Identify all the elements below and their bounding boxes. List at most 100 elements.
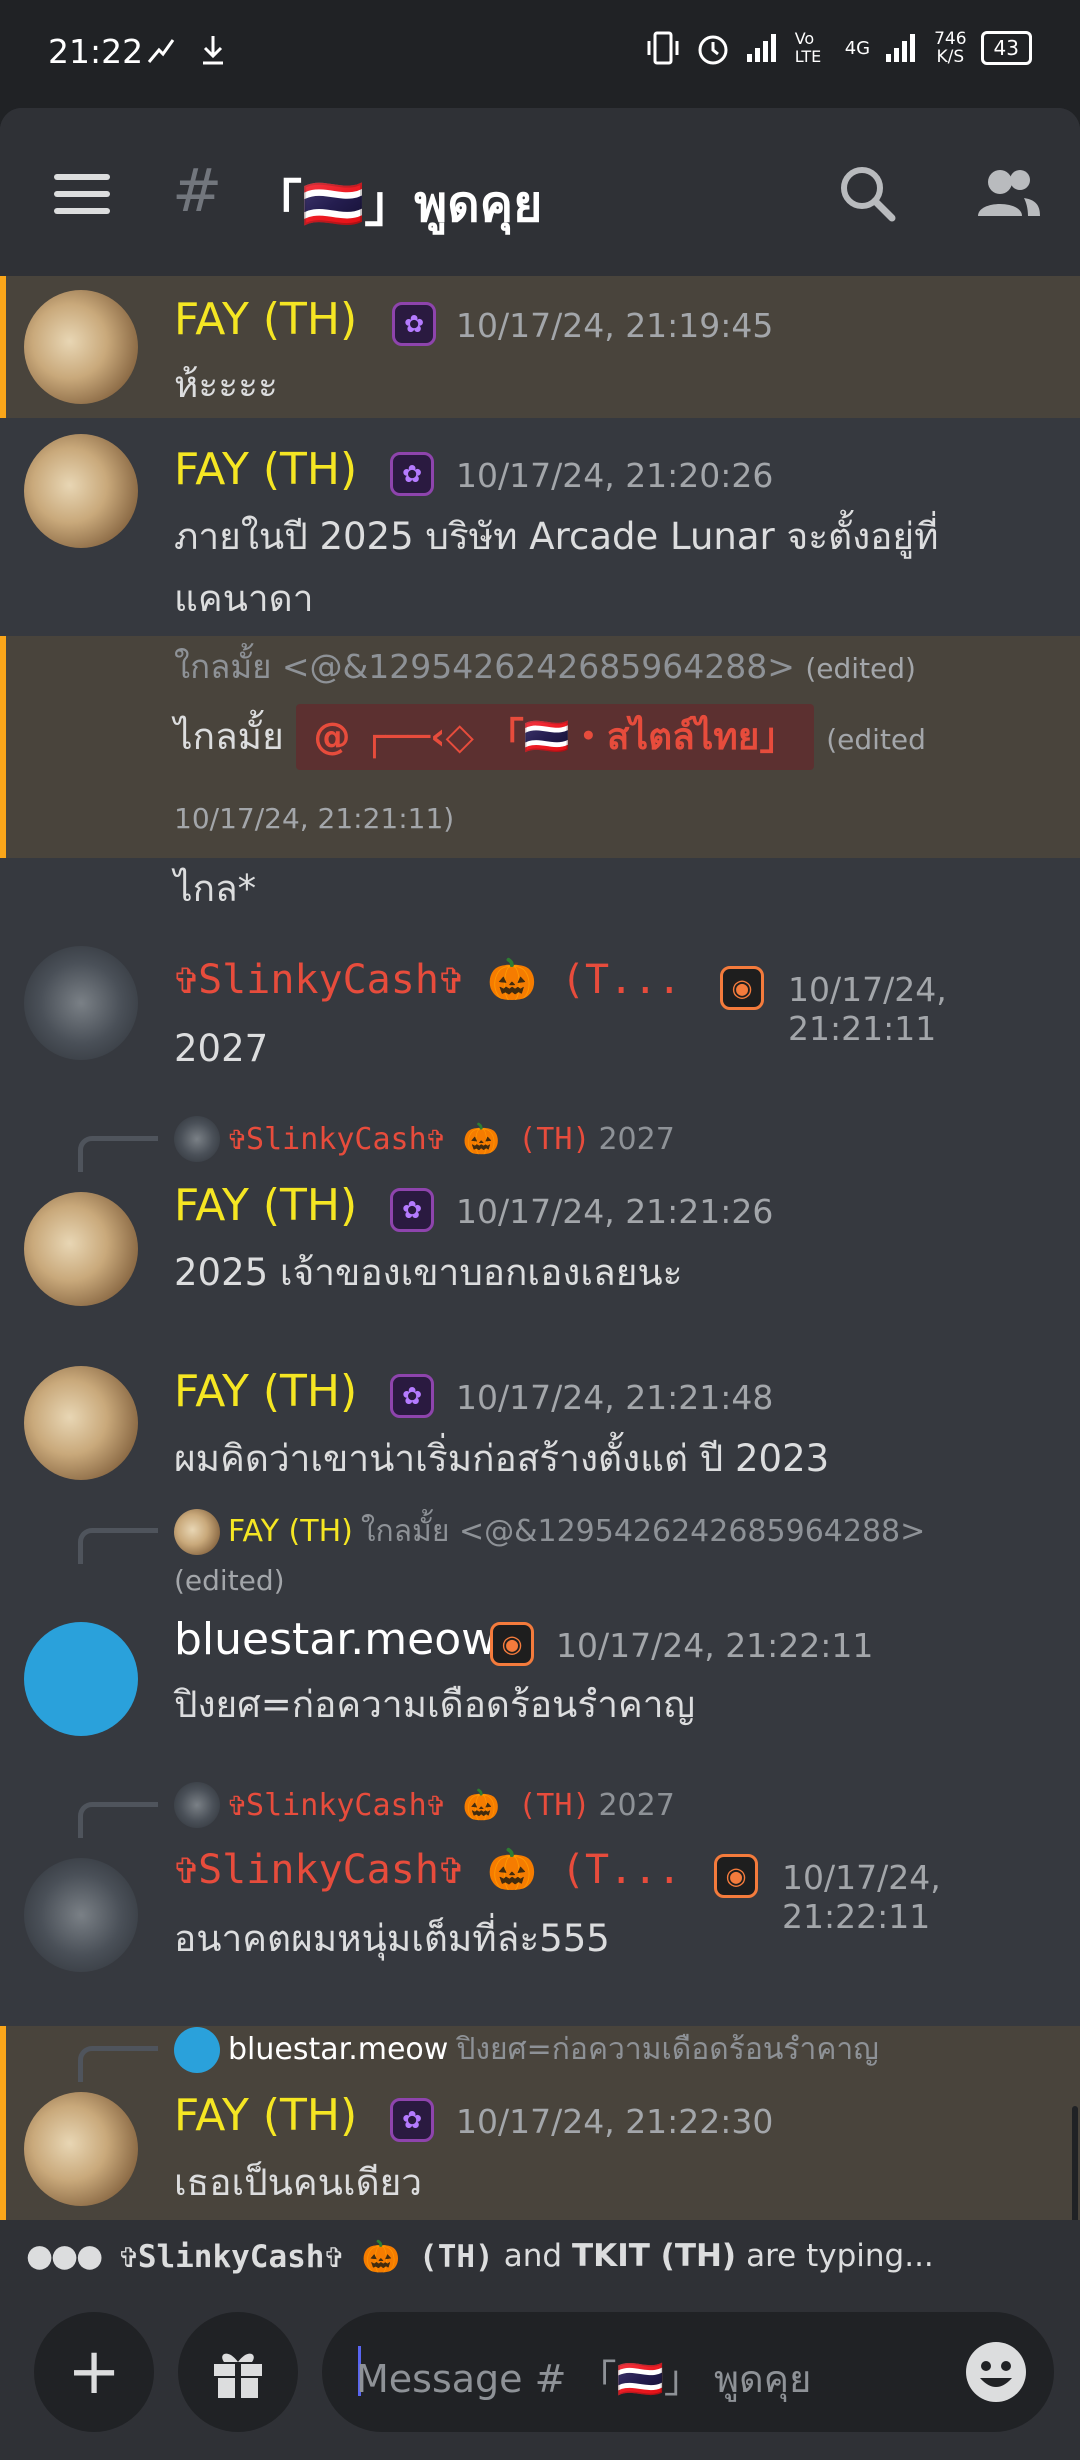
search-icon[interactable]: [832, 158, 902, 228]
menu-icon[interactable]: [54, 174, 110, 214]
avatar[interactable]: [24, 1366, 138, 1480]
avatar[interactable]: [24, 1192, 138, 1306]
message-composer: + Message # 「🇹🇭」 พูดคุย: [0, 2292, 1080, 2460]
chat-badge-icon: ◉: [720, 966, 764, 1010]
reply-preview[interactable]: FAY (TH) ใกลมั้ย <@&1295426242685964288>: [174, 1508, 925, 1555]
reply-connector: [78, 1528, 158, 1564]
timestamp: 10/17/24, 21:21:48: [456, 1378, 774, 1417]
edited-timestamp: 10/17/24, 21:21:11): [174, 802, 455, 835]
gift-button[interactable]: [178, 2312, 298, 2432]
gear-badge-icon: ✿: [390, 1374, 434, 1418]
reply-avatar: [174, 2026, 220, 2073]
author-name[interactable]: FAY (TH): [174, 294, 357, 345]
reply-avatar: [174, 1116, 220, 1162]
activity-icon: [147, 39, 175, 63]
reply-author: bluestar.meow: [228, 2032, 449, 2067]
role-mention[interactable]: @ ┌──‹◇ 「🇹🇭・สไตล์ไทย」: [295, 704, 815, 770]
gear-badge-icon: ✿: [390, 2098, 434, 2142]
plus-icon: +: [67, 2335, 121, 2409]
reply-connector: [78, 2046, 158, 2082]
typing-dots-icon: ●●●: [26, 2238, 103, 2274]
message-text: เธอเป็นคนเดียว: [174, 2161, 423, 2204]
network-speed: 746: [934, 29, 967, 49]
volte-label: Vo LTE: [794, 29, 822, 66]
message-text: ไกล*: [174, 867, 257, 910]
author-name[interactable]: FAY (TH): [174, 2090, 357, 2141]
message-list[interactable]: FAY (TH) ✿ 10/17/24, 21:19:45 ห้ะะะะ FAY…: [0, 276, 1080, 2336]
message-text: ปิงยศ=ก่อความเดือดร้อนรำคาญ: [174, 1683, 696, 1726]
gear-badge-icon: ✿: [390, 452, 434, 496]
channel-title[interactable]: 「🇹🇭」พูดคุย: [252, 164, 542, 244]
message-input[interactable]: Message # 「🇹🇭」 พูดคุย: [322, 2312, 1054, 2432]
reply-avatar: [174, 1508, 220, 1555]
status-bar: 21:22 Vo LTE 4G 746 K/S 43: [0, 0, 1080, 108]
typing-suffix: are typing...: [746, 2238, 934, 2274]
message[interactable]: ไกล*: [0, 858, 1080, 932]
message-text: 2025 เจ้าของเขาบอกเองเลยนะ: [174, 1251, 683, 1294]
reply-edited-tag: (edited): [174, 1564, 285, 1597]
network-speed-unit: K/S: [936, 47, 965, 67]
message[interactable]: FAY (TH) ✿ 10/17/24, 21:19:45 ห้ะะะะ: [0, 276, 1080, 418]
reply-connector: [78, 1802, 158, 1838]
gift-icon: [214, 2353, 262, 2398]
chat-badge-icon: ◉: [714, 1854, 758, 1898]
author-name[interactable]: FAY (TH): [174, 1366, 357, 1417]
message-text: 2027: [174, 1027, 269, 1070]
avatar[interactable]: [24, 1622, 138, 1736]
message[interactable]: ✞SlinkyCash✞ 🎃 (TH) 2027 FAY (TH) ✿ 10/1…: [0, 1116, 1080, 1316]
reply-avatar: [174, 1782, 220, 1828]
members-icon[interactable]: [972, 158, 1042, 228]
author-name[interactable]: ✞SlinkyCash✞ 🎃 (T...: [174, 956, 681, 1003]
message[interactable]: FAY (TH) ✿ 10/17/24, 21:21:48 ผมคิดว่าเข…: [0, 1346, 1080, 1486]
typing-user: TKIT (TH): [572, 2238, 737, 2274]
vibrate-icon: [647, 31, 679, 65]
author-name[interactable]: FAY (TH): [174, 444, 357, 495]
reply-preview[interactable]: bluestar.meow ปิงยศ=ก่อความเดือดร้อนรำคา…: [174, 2026, 879, 2073]
author-name[interactable]: ✞SlinkyCash✞ 🎃 (T...: [174, 1846, 681, 1893]
battery-icon: 43: [980, 31, 1032, 65]
reply-text: 2027: [598, 1787, 675, 1823]
chat-badge-icon: ◉: [490, 1622, 534, 1666]
avatar[interactable]: [24, 2092, 138, 2206]
timestamp: 10/17/24, 21:20:26: [456, 456, 774, 495]
reply-author: FAY (TH): [228, 1514, 353, 1549]
message-text: ไกลมั้ย: [174, 715, 284, 758]
typing-and: and: [503, 2238, 563, 2274]
author-name[interactable]: FAY (TH): [174, 1180, 357, 1231]
author-name[interactable]: bluestar.meow: [174, 1614, 497, 1665]
reply-preview[interactable]: ✞SlinkyCash✞ 🎃 (TH) 2027: [174, 1782, 675, 1828]
avatar[interactable]: [24, 290, 138, 404]
previous-edit-text: ใกลมั้ย <@&1295426242685964288>: [174, 647, 795, 686]
timestamp: 10/17/24, 21:21:26: [456, 1192, 774, 1231]
typing-user: ✞SlinkyCash✞ 🎃 (TH): [119, 2238, 494, 2275]
timestamp: 10/17/24, 21:21:11: [788, 970, 947, 1048]
message[interactable]: FAY (TH) ใกลมั้ย <@&1295426242685964288>…: [0, 1508, 1080, 1748]
message[interactable]: ใกลมั้ย <@&1295426242685964288> (edited)…: [0, 636, 1080, 858]
avatar[interactable]: [24, 1858, 138, 1972]
message-text: ผมคิดว่าเขาน่าเริ่มก่อสร้างตั้งแต่ ปี 20…: [174, 1437, 830, 1480]
timestamp: 10/17/24, 21:22:30: [456, 2102, 774, 2141]
emoji-icon[interactable]: [964, 2340, 1028, 2404]
hash-icon: #: [172, 156, 223, 226]
channel-header: # 「🇹🇭」พูดคุย: [0, 108, 1080, 276]
message-text: อนาคตผมหนุ่มเต็มที่ล่ะ555: [174, 1917, 610, 1960]
reply-text: ใกลมั้ย <@&1295426242685964288>: [360, 1514, 926, 1549]
message[interactable]: FAY (TH) ✿ 10/17/24, 21:20:26 ภายในปี 20…: [0, 418, 1080, 638]
add-attachment-button[interactable]: +: [34, 2312, 154, 2432]
avatar[interactable]: [24, 946, 138, 1060]
reply-preview[interactable]: ✞SlinkyCash✞ 🎃 (TH) 2027: [174, 1116, 675, 1162]
message[interactable]: ✞SlinkyCash✞ 🎃 (T... ◉ 10/17/24, 21:21:1…: [0, 932, 1080, 1082]
message[interactable]: ✞SlinkyCash✞ 🎃 (TH) 2027 ✞SlinkyCash✞ 🎃 …: [0, 1782, 1080, 1982]
reply-connector: [78, 1136, 158, 1172]
reply-text: ปิงยศ=ก่อความเดือดร้อนรำคาญ: [456, 2032, 879, 2067]
avatar[interactable]: [24, 434, 138, 548]
message-placeholder: Message # 「🇹🇭」 พูดคุย: [356, 2357, 812, 2401]
chat-app: # 「🇹🇭」พูดคุย FAY (TH) ✿ 10/17/24, 21:19:…: [0, 108, 1080, 2460]
gear-badge-icon: ✿: [390, 1188, 434, 1232]
gear-badge-icon: ✿: [392, 302, 436, 346]
timestamp: 10/17/24, 21:22:11: [782, 1858, 941, 1936]
signal-icon-2: [886, 34, 916, 62]
typing-indicator: ●●● ✞SlinkyCash✞ 🎃 (TH) and TKIT (TH) ar…: [0, 2220, 1080, 2292]
message[interactable]: bluestar.meow ปิงยศ=ก่อความเดือดร้อนรำคา…: [0, 2026, 1080, 2228]
reply-author: ✞SlinkyCash✞ 🎃 (TH): [228, 1121, 591, 1157]
